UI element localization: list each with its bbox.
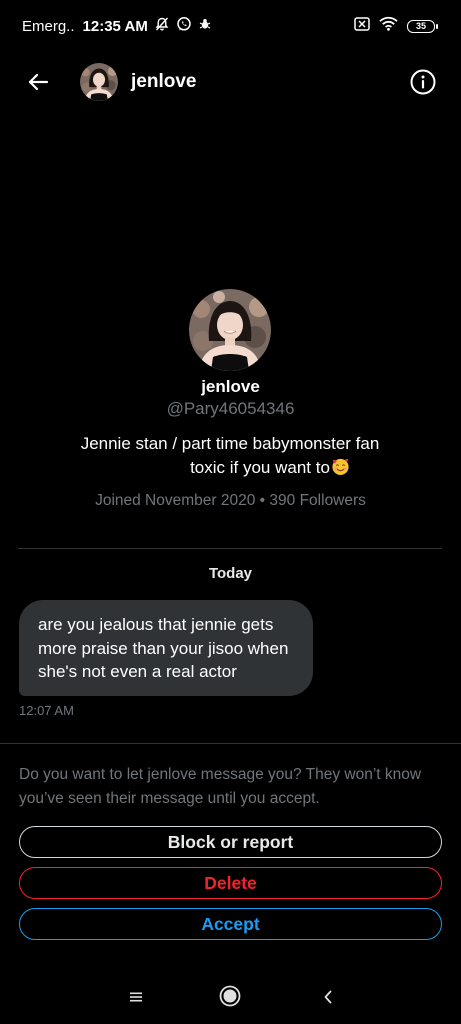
mute-bell-icon — [154, 16, 170, 36]
bug-icon — [198, 17, 212, 35]
delete-button[interactable]: Delete — [19, 867, 442, 899]
whatsapp-icon — [176, 16, 192, 36]
message-bubble[interactable]: are you jealous that jennie gets more pr… — [19, 600, 313, 696]
message-timestamp: 12:07 AM — [19, 703, 74, 718]
meta-separator: • — [259, 492, 266, 509]
arrow-left-icon — [28, 73, 49, 91]
block-or-report-button[interactable]: Block or report — [19, 826, 442, 858]
bio-line-1: Jennie stan / part time babymonster fan — [80, 434, 380, 453]
wifi-icon — [379, 16, 398, 36]
avatar-photo — [189, 289, 271, 371]
status-left: Emerg.. 12:35 AM — [22, 16, 212, 36]
info-button[interactable] — [409, 68, 437, 96]
date-label: Today — [208, 565, 253, 582]
divider — [18, 548, 442, 549]
bio-line-2: toxic if you want to — [190, 458, 330, 477]
header-avatar[interactable] — [80, 63, 118, 101]
status-bar: Emerg.. 12:35 AM 35 — [0, 0, 461, 52]
status-right: 35 — [354, 16, 438, 36]
profile-meta: Joined November 2020 • 390 Followers — [0, 492, 461, 510]
profile-handle[interactable]: @Pary46054346 — [0, 399, 461, 419]
header-title[interactable]: jenlove — [131, 71, 196, 93]
bio-line-2-wrap: toxic if you want to — [30, 456, 430, 480]
followers-count[interactable]: 390 Followers — [269, 492, 366, 509]
sim-x-icon — [354, 16, 370, 36]
request-prompt: Do you want to let jenlove message you? … — [19, 766, 422, 807]
back-button[interactable] — [22, 66, 54, 98]
system-back-button[interactable] — [318, 987, 338, 1007]
profile-name[interactable]: jenlove — [0, 377, 461, 397]
info-circle-icon — [410, 69, 436, 95]
menu-button[interactable] — [126, 987, 146, 1007]
profile-avatar[interactable] — [189, 289, 271, 371]
smiling-face-with-hearts-icon — [332, 458, 349, 476]
carrier-label: Emerg.. — [22, 17, 75, 35]
home-button[interactable] — [219, 985, 241, 1007]
avatar-photo — [80, 63, 118, 101]
dm-request-screen: Emerg.. 12:35 AM 35 jenlove jenlove @Par… — [0, 0, 461, 1024]
profile-bio: Jennie stan / part time babymonster fan … — [30, 432, 430, 480]
accept-button[interactable]: Accept — [19, 908, 442, 940]
divider — [0, 743, 461, 744]
home-circle-icon — [219, 985, 241, 1007]
menu-icon — [130, 992, 142, 1002]
battery-icon: 35 — [407, 19, 438, 33]
joined-date: Joined November 2020 — [95, 492, 256, 509]
system-nav-bar — [0, 970, 461, 1024]
back-chevron-icon — [324, 990, 332, 1004]
status-time: 12:35 AM — [82, 17, 148, 35]
conversation-header: jenlove — [0, 52, 461, 112]
